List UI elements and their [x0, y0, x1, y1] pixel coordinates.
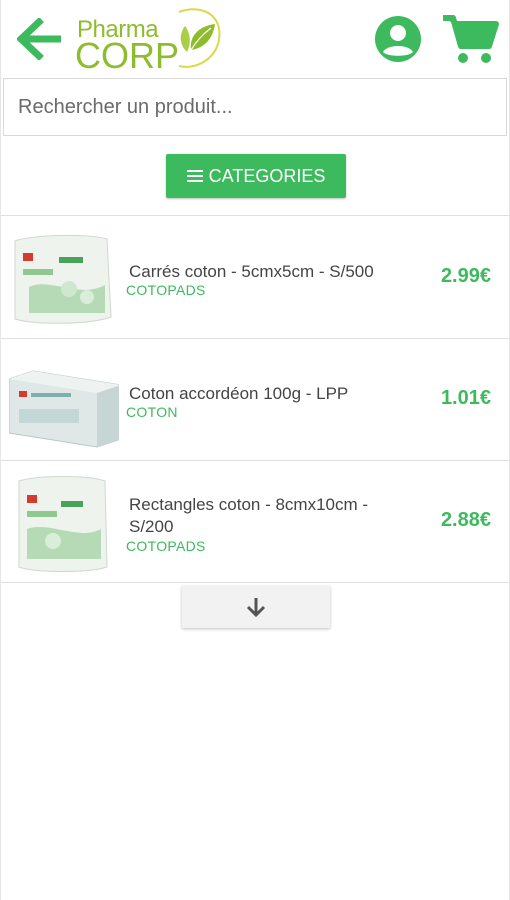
product-category: COTOPADS: [126, 538, 206, 554]
product-name: Rectangles coton - 8cmx10cm - S/200: [129, 495, 369, 536]
load-more-button[interactable]: [182, 586, 330, 628]
product-image: [9, 370, 119, 448]
product-item[interactable]: Carrés coton - 5cmx5cm - S/500 COTOPADS …: [1, 217, 509, 339]
categories-row: CATEGORIES: [1, 136, 509, 216]
product-price: 2.88€: [440, 509, 491, 531]
arrow-left-icon: [17, 18, 61, 60]
search-bar: [3, 78, 507, 136]
product-item[interactable]: Rectangles coton - 8cmx10cm - S/200 COTO…: [1, 461, 509, 583]
product-price: 2.99€: [440, 265, 491, 287]
product-price: 1.01€: [440, 387, 491, 409]
product-item[interactable]: Coton accordéon 100g - LPP COTON 1.01€: [1, 339, 509, 461]
account-button[interactable]: [373, 14, 423, 64]
categories-button[interactable]: CATEGORIES: [166, 154, 346, 198]
categories-button-label: CATEGORIES: [208, 165, 326, 186]
cart-button[interactable]: [441, 12, 499, 66]
pharmacorp-logo[interactable]: Pharma CORP: [71, 4, 231, 76]
user-circle-icon: [375, 16, 421, 62]
product-category: COTOPADS: [126, 282, 206, 298]
product-name: Carrés coton - 5cmx5cm - S/500: [129, 262, 374, 281]
product-image: [18, 476, 108, 572]
product-name: Coton accordéon 100g - LPP: [129, 384, 349, 403]
hamburger-icon: [186, 169, 203, 183]
header: Pharma CORP: [1, 0, 509, 78]
app-screen: Pharma CORP Rechercher un produit... CAT…: [0, 0, 510, 900]
leaf-icon: [178, 8, 221, 68]
product-image: [14, 234, 112, 324]
shopping-cart-icon: [443, 15, 499, 63]
product-category: COTON: [126, 404, 178, 420]
arrow-down-icon: [246, 598, 266, 618]
search-input[interactable]: [4, 79, 506, 135]
back-button[interactable]: [15, 14, 65, 64]
